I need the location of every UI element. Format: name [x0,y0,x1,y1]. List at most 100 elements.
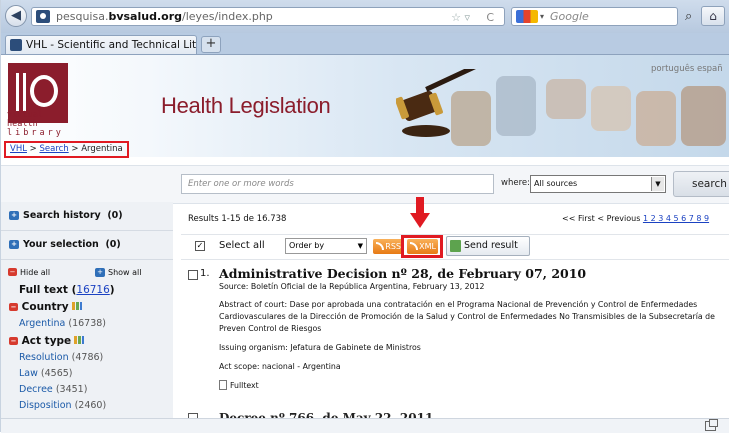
lang-link-es[interactable]: españ [697,64,723,74]
rss-icon [376,242,384,250]
address-bar[interactable]: pesquisa.bvsalud.org/leyes/index.php ☆ ▿… [31,7,505,26]
collapse-icon[interactable]: − [9,337,18,345]
logo-caption-line2: library [7,128,64,138]
photo-tile [681,86,726,146]
country-facet-header[interactable]: − Country [9,301,82,313]
restore-window-icon[interactable] [705,419,718,431]
url-text: pesquisa.bvsalud.org/leyes/index.php [56,10,273,23]
show-all-link[interactable]: Show all [108,268,141,277]
breadcrumb-search-link[interactable]: Search [39,144,68,154]
tab-vhl[interactable]: VHL - Scientific and Technical Literatur… [5,35,197,54]
act-type-facet-header[interactable]: − Act type [9,335,85,347]
search-input[interactable]: Enter one or more words [181,174,494,194]
breadcrumb: VHL > Search > Argentina [4,141,129,158]
select-all-checkbox[interactable]: ✓ [195,241,205,251]
search-history-label: Search history (0) [23,210,123,221]
breadcrumb-separator: > [26,144,40,154]
photo-tile [591,86,631,131]
result-checkbox[interactable] [188,270,198,280]
chevron-down-icon[interactable]: ▼ [651,177,664,191]
site-identity-icon[interactable] [36,10,50,23]
xml-highlight-box [401,235,443,258]
source-selected-value: All sources [534,179,578,188]
search-engine-placeholder: Google [550,10,589,23]
hide-all-icon[interactable]: − [8,268,17,276]
browser-toolbar: ◀ pesquisa.bvsalud.org/leyes/index.php ☆… [1,0,729,34]
status-bar [1,418,729,433]
result-number: 1. [200,268,210,279]
act-type-label: Act type [21,335,72,347]
expand-icon[interactable]: + [9,240,19,249]
source-select[interactable]: All sources ▼ [530,175,666,193]
breadcrumb-current: Argentina [81,144,123,154]
gavel-icon [396,69,491,137]
browser-window: ◀ pesquisa.bvsalud.org/leyes/index.php ☆… [0,0,729,433]
order-by-value: Order by [289,241,325,250]
expand-icon[interactable]: + [9,211,19,220]
result-source: Source: Boletín Oficial de la República … [219,282,485,291]
select-all-label: Select all [219,240,265,251]
fulltext-link[interactable]: Fulltext [219,380,259,390]
breadcrumb-separator: > [68,144,82,154]
lang-link-pt[interactable]: português [651,64,694,74]
facet-item-law[interactable]: Law (4565) [19,368,73,379]
send-result-button[interactable]: Send result [446,236,530,256]
chart-icon[interactable] [74,336,85,344]
breadcrumb-vhl-link[interactable]: VHL [10,144,27,154]
your-selection-label: Your selection (0) [23,239,121,250]
tab-strip: VHL - Scientific and Technical Literatur… [1,33,729,55]
magnifier-icon[interactable]: ⌕ [685,9,692,24]
your-selection-block[interactable]: + Your selection (0) [1,231,173,260]
tab-title: VHL - Scientific and Technical Literatur… [26,39,197,51]
result-scope: Act scope: nacional - Argentina [219,362,341,371]
pager-page-links[interactable]: 1 2 3 4 5 6 7 8 9 [643,214,709,223]
facet-item-decree[interactable]: Decree (3451) [19,384,87,395]
home-button[interactable]: ⌂ [701,6,725,26]
chevron-down-icon[interactable]: ▼ [358,239,363,253]
browser-search-box[interactable]: ▾ Google [511,7,678,26]
show-all-icon[interactable]: + [95,268,105,277]
pager-prev-links[interactable]: << First < Previous [562,214,643,223]
send-icon [450,240,461,252]
logo-ring-shape [30,75,58,107]
photo-tile [636,91,676,146]
where-label: where: [501,178,530,188]
logo-caption-line1: virtual health [7,110,43,129]
new-tab-button[interactable]: + [201,36,221,53]
photo-tile [546,79,586,119]
arrow-down-icon [410,197,430,228]
google-icon[interactable] [516,10,538,23]
photo-tile [496,76,536,136]
logo-bar-shape [16,73,26,111]
engine-dropdown-icon[interactable]: ▾ [540,8,544,25]
full-text-facet: Full text (16716) [19,284,115,296]
site-title: Health Legislation [161,93,331,118]
sidebar: + Search history (0) + Your selection (0… [1,202,173,432]
hide-all-link[interactable]: Hide all [20,268,50,277]
collapse-icon[interactable]: − [9,303,18,311]
facet-item-resolution[interactable]: Resolution (4786) [19,352,103,363]
tab-favicon-icon [10,39,22,51]
search-button[interactable]: search [673,171,729,197]
full-text-label: Full text [19,284,68,296]
result-title-link[interactable]: Administrative Decision nº 28, de Februa… [219,266,586,281]
back-button[interactable]: ◀ [5,5,27,27]
results-summary: Results 1-15 de 16.738 [188,214,287,224]
search-row: Enter one or more words where: All sourc… [1,165,729,204]
country-label: Country [21,301,69,313]
full-text-count-link[interactable]: 16716 [76,284,109,296]
facet-item-disposition[interactable]: Disposition (2460) [19,400,106,411]
results-actions-bar: ✓ Select all Order by ▼ RSS XML Send res… [181,234,729,260]
result-organism: Issuing organism: Jefatura de Gabinete d… [219,343,421,352]
chart-icon[interactable] [71,302,82,310]
logo-caption: virtual health library [7,111,77,138]
pagination: << First < Previous 1 2 3 4 5 6 7 8 9 [562,214,709,223]
bookmark-star-icon[interactable]: ☆ ▿ [451,9,470,26]
order-by-select[interactable]: Order by ▼ [285,238,367,254]
facet-item-argentina[interactable]: Argentina (16738) [19,318,106,329]
rss-button[interactable]: RSS [373,239,403,254]
reload-icon[interactable]: C [486,9,494,26]
result-abstract: Abstract of court: Dase por aprobada una… [219,300,715,333]
search-history-block[interactable]: + Search history (0) [1,202,173,231]
document-icon [219,380,227,390]
